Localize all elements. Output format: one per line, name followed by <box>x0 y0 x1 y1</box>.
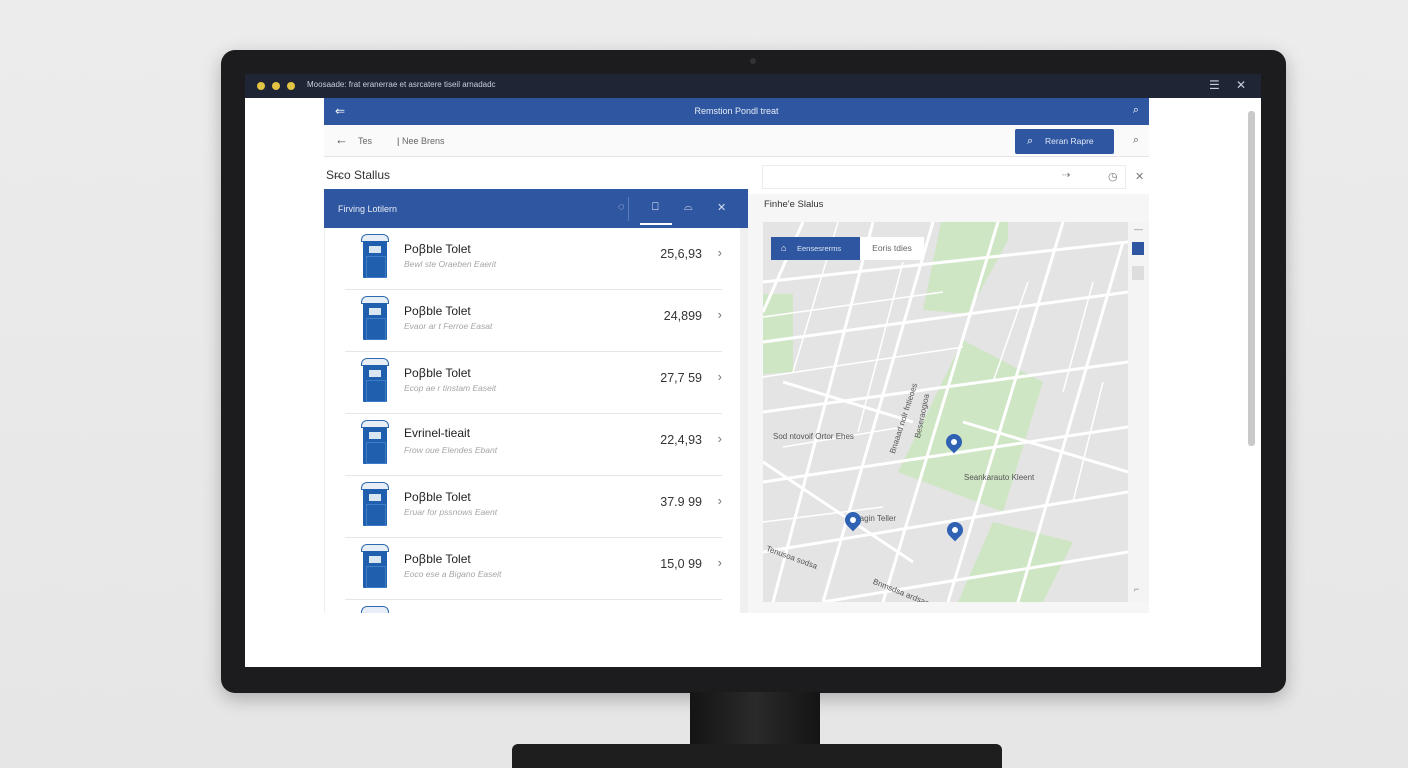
item-subtitle: Frow oue Elendes Ebant <box>404 445 498 455</box>
map-graphic <box>763 222 1128 602</box>
toolbar: ← Tes | Nee Brens ⌕ Reran Rapre ⌕ <box>324 125 1149 157</box>
portable-toilet-icon <box>361 420 389 464</box>
item-subtitle: Bewl ste Oraeben Eaerit <box>404 259 497 269</box>
list-scrollbar[interactable] <box>740 228 748 613</box>
list-panel-header: Firving Lotilern ◌ ⎕ ⌓ ✕ <box>324 189 748 228</box>
chevron-right-icon[interactable]: › <box>718 493 722 508</box>
list-panel-title: Firving Lotilern <box>338 204 398 214</box>
map-label: Seankarauto Kleent <box>964 473 1035 482</box>
breadcrumb-separator: | <box>397 136 400 146</box>
portable-toilet-icon <box>361 544 389 588</box>
dash-icon: — <box>1134 224 1143 234</box>
monitor-stand <box>512 744 1002 768</box>
breadcrumb-item[interactable]: Nee Brens <box>402 136 445 146</box>
arrow-icon[interactable]: ⇢ <box>1062 170 1070 181</box>
item-value: 37.9 99 <box>660 495 702 509</box>
item-subtitle: Eoco ese a Bigano Easeit <box>404 569 502 579</box>
window-dot-icon[interactable] <box>257 82 265 90</box>
list-item[interactable] <box>345 600 722 613</box>
portable-toilet-icon <box>361 296 389 340</box>
portable-toilet-icon <box>361 358 389 402</box>
close-icon[interactable]: ✕ <box>717 201 726 214</box>
chevron-right-icon[interactable]: › <box>718 431 722 446</box>
item-title: Poꞵble Tolet <box>404 242 471 256</box>
map-view[interactable]: ⌂ Eensesrerms Eoris tdies Sod ntovoif Or… <box>763 222 1128 602</box>
close-icon[interactable]: ✕ <box>1135 170 1144 183</box>
item-value: 15,0 99 <box>660 557 702 571</box>
list-item[interactable]: Poꞵble Tolet Evaor ar t Ferroe Easat 24,89… <box>345 290 722 352</box>
chevron-right-icon[interactable]: › <box>718 307 722 322</box>
search-icon[interactable]: ⌕ <box>1133 134 1139 147</box>
window-dot-icon[interactable] <box>287 82 295 90</box>
menu-icon[interactable]: ⌐ <box>1134 584 1139 594</box>
chevron-right-icon[interactable]: › <box>718 245 722 260</box>
search-icon: ⌕ <box>1027 135 1034 147</box>
clock-icon[interactable]: ◷ <box>1108 170 1118 183</box>
app-header: ⇐ Remstion Pondl treat ⌕ <box>324 98 1149 125</box>
item-title: Poꞵble Tolet <box>404 490 471 504</box>
os-window-title: Moosaade: frat eranerrae et asrcatere ti… <box>307 80 496 89</box>
item-title: Evrinel-tieait <box>404 426 471 440</box>
filter-chip[interactable]: Eoris tdies <box>860 237 924 260</box>
item-value: 22,4,93 <box>660 433 702 447</box>
filter-chip-active[interactable]: ⌂ Eensesrerms <box>771 237 860 260</box>
item-value: 27,7 59 <box>660 371 702 385</box>
list-view-icon[interactable]: ⎕ <box>652 201 659 214</box>
monitor-neck <box>690 692 820 752</box>
list-item[interactable]: Poꞵble Tolet Eruar for pssnows Eaent 37.9 … <box>345 476 722 538</box>
menu-icon[interactable]: ☰ <box>1209 78 1220 92</box>
item-value: 24,899 <box>663 309 702 323</box>
filter-chip-label: Eensesrerms <box>797 244 842 253</box>
item-subtitle: Eruar for pssnows Eaent <box>404 507 498 517</box>
list-item[interactable]: Poꞵble Tolet Eoco ese a Bigano Easeit 15,0… <box>345 538 722 600</box>
find-button[interactable]: ⌕ Reran Rapre <box>1015 129 1114 154</box>
screen: Moosaade: frat eranerrae et asrcatere ti… <box>245 74 1261 667</box>
webcam-dot <box>750 58 756 64</box>
map-panel-title: Finhe'e Slalus <box>764 199 824 210</box>
portable-toilet-icon <box>361 606 389 613</box>
item-title: Poꞵble Tolet <box>404 366 471 380</box>
list-item[interactable]: Evrinel-tieait Frow oue Elendes Ebant 22,4… <box>345 414 722 476</box>
app-title: Remstion Pondl treat <box>694 106 779 116</box>
map-search-bar[interactable] <box>762 165 1126 189</box>
find-button-label: Reran Rapre <box>1045 136 1094 146</box>
page-scrollbar[interactable] <box>1248 111 1255 446</box>
map-label: Sod ntovoif Ortor Ehes <box>773 432 854 441</box>
item-title: Poꞵble Tolet <box>404 304 471 318</box>
refresh-icon[interactable]: ◌ <box>618 201 625 213</box>
map-view-icon[interactable]: ⌓ <box>684 201 693 214</box>
os-title-bar: Moosaade: frat eranerrae et asrcatere ti… <box>245 74 1261 98</box>
list-item[interactable]: Poꞵble Tolet Ecop ae r tinstam Easeit 27,7… <box>345 352 722 414</box>
item-value: 25,6,93 <box>660 247 702 261</box>
active-tab-indicator <box>640 223 672 225</box>
item-subtitle: Evaor ar t Ferroe Easat <box>404 321 493 331</box>
close-icon[interactable]: ✕ <box>1236 78 1246 92</box>
divider <box>628 197 629 221</box>
item-subtitle: Ecop ae r tinstam Easeit <box>404 383 497 393</box>
section-title: Sr̶co Stallus <box>326 168 391 182</box>
back-arrow-icon[interactable]: ← <box>335 132 348 147</box>
map-controls: — ⌐ <box>1128 222 1149 602</box>
list-item[interactable]: Poꞵble Tolet Bewl ste Oraeben Eaerit 25,6,… <box>345 228 722 290</box>
chevron-right-icon[interactable]: › <box>718 369 722 384</box>
window-dot-icon[interactable] <box>272 82 280 90</box>
portable-toilet-icon <box>361 482 389 526</box>
chevron-right-icon[interactable]: › <box>718 555 722 570</box>
layer-toggle[interactable] <box>1132 242 1144 255</box>
layer-toggle[interactable] <box>1132 266 1144 280</box>
results-list: Poꞵble Tolet Bewl ste Oraeben Eaerit 25,6,… <box>324 228 740 613</box>
breadcrumb-item[interactable]: Tes <box>358 136 372 146</box>
search-icon[interactable]: ⌕ <box>1133 104 1139 117</box>
home-icon: ⌂ <box>781 243 787 253</box>
item-title: Poꞵble Tolet <box>404 552 471 566</box>
portable-toilet-icon <box>361 234 389 278</box>
